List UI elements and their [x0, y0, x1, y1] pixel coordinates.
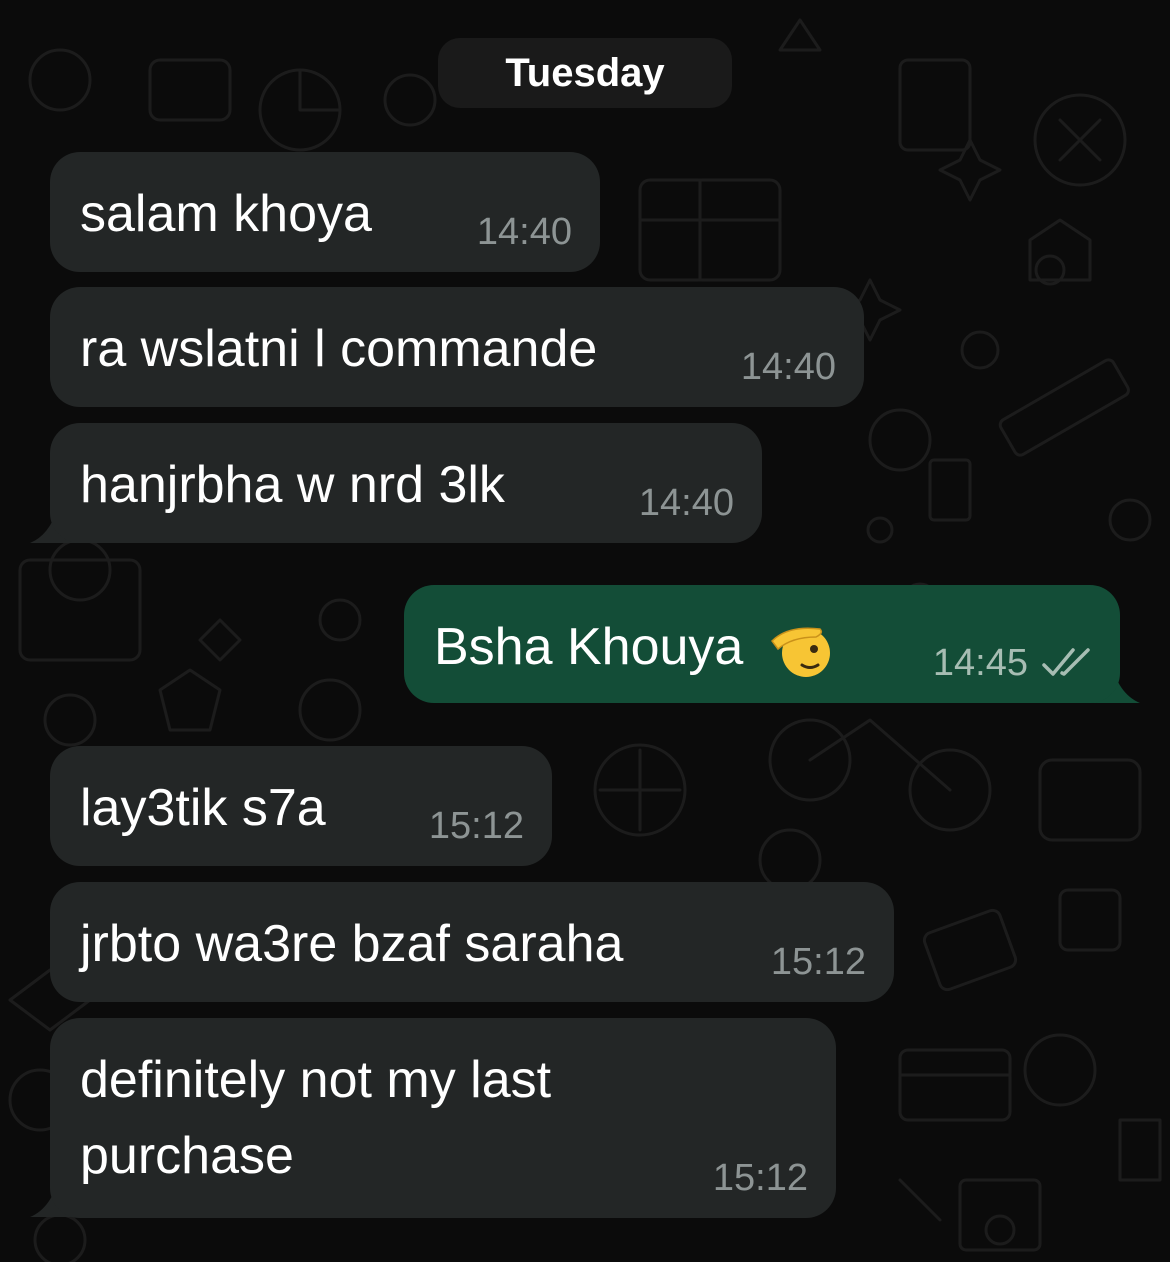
incoming-message[interactable]: lay3tik s7a 15:12 [50, 746, 552, 866]
incoming-message[interactable]: definitely not my last purchase 15:12 [50, 1018, 836, 1218]
message-text: salam khoya [80, 185, 372, 243]
message-time: 15:12 [428, 805, 524, 847]
incoming-message[interactable]: hanjrbha w nrd 3lk 14:40 [50, 423, 762, 543]
outgoing-message[interactable]: Bsha Khouya 14:45 [404, 585, 1120, 703]
message-text: ra wslatni l commande [80, 320, 598, 378]
message-text-content: Bsha Khouya [434, 618, 744, 676]
message-time: 15:12 [770, 941, 866, 983]
saluting-face-emoji [770, 627, 830, 678]
date-separator: Tuesday [438, 38, 732, 108]
message-time: 14:40 [740, 346, 836, 388]
message-text: definitely not my last purchase [80, 1051, 552, 1185]
message-time: 15:12 [712, 1157, 808, 1199]
message-text: Bsha Khouya [434, 609, 834, 685]
message-text: lay3tik s7a [80, 779, 326, 837]
message-time: 14:40 [476, 211, 572, 253]
incoming-message[interactable]: salam khoya 14:40 [50, 152, 600, 272]
message-time: 14:40 [638, 482, 734, 524]
incoming-message[interactable]: jrbto wa3re bzaf saraha 15:12 [50, 882, 894, 1002]
double-check-icon [1042, 648, 1090, 676]
message-text: jrbto wa3re bzaf saraha [80, 915, 624, 973]
incoming-message[interactable]: ra wslatni l commande 14:40 [50, 287, 864, 407]
message-time: 14:45 [932, 642, 1028, 684]
message-text: hanjrbha w nrd 3lk [80, 456, 505, 514]
